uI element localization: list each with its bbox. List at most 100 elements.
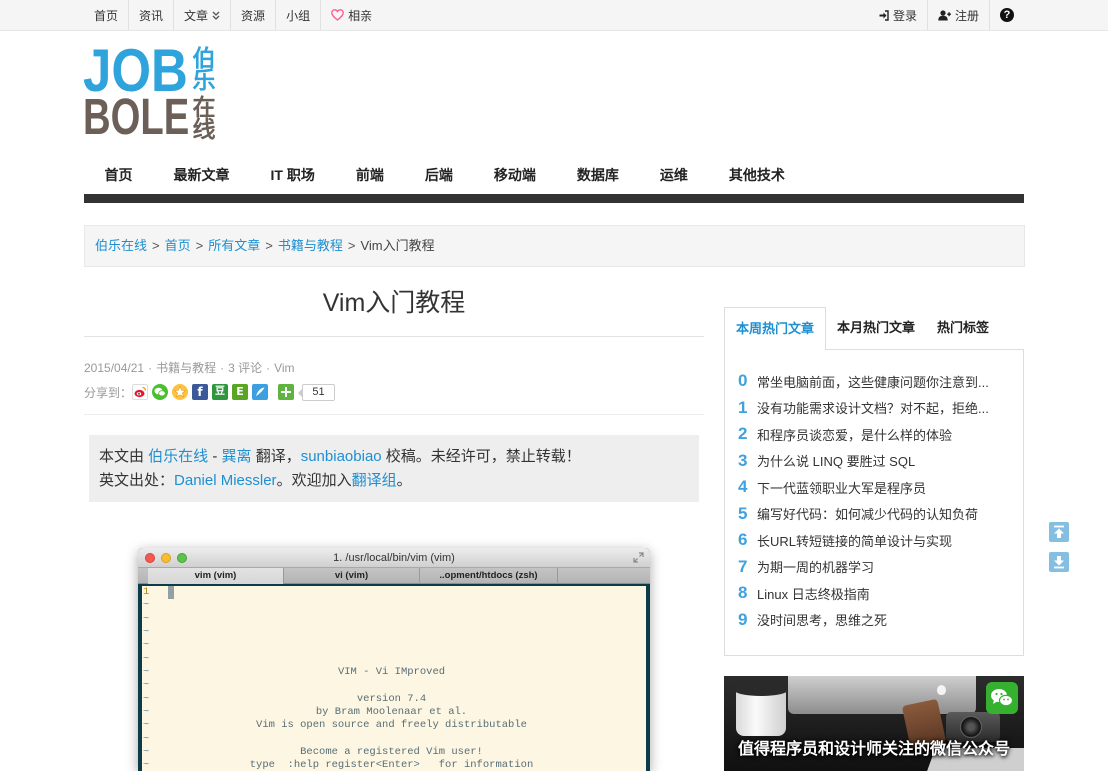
register-link[interactable]: 注册 <box>926 0 989 30</box>
main-nav-ops[interactable]: 运维 <box>639 160 708 190</box>
hot-rank: 3 <box>738 450 748 470</box>
hot-article-item[interactable]: 8 Linux 日志终极指南 <box>725 580 1023 607</box>
hot-article-item[interactable]: 7 为期一周的机器学习 <box>725 554 1023 581</box>
vim-line: ~ <box>142 613 646 626</box>
hot-article-item[interactable]: 3 为什么说 LINQ 要胜过 SQL <box>725 448 1023 475</box>
vim-line: ~ <box>142 679 646 692</box>
plus-icon[interactable] <box>278 384 295 400</box>
scroll-to-bottom-button[interactable] <box>1049 552 1069 572</box>
douban-glyph: 豆 <box>215 386 226 397</box>
top-nav-dating[interactable]: 相亲 <box>320 0 382 30</box>
hot-rank: 7 <box>738 556 748 576</box>
top-nav-groups[interactable]: 小组 <box>275 0 320 30</box>
login-link[interactable]: 登录 <box>869 0 927 30</box>
hot-title: 为什么说 LINQ 要胜过 SQL <box>757 454 916 470</box>
hot-title: 编写好代码：如何减少代码的认知负荷 <box>757 507 979 523</box>
hot-article-item[interactable]: 9 没时间思考，思维之死 <box>725 607 1023 634</box>
article-comments-link[interactable]: 3 评论 <box>228 361 262 375</box>
sign-in-icon <box>879 9 889 21</box>
main-nav-latest[interactable]: 最新文章 <box>153 160 250 190</box>
login-label: 登录 <box>892 8 917 23</box>
qzone-icon[interactable] <box>172 384 189 400</box>
hot-article-item[interactable]: 4 下一代蓝领职业大军是程序员 <box>725 474 1023 501</box>
breadcrumb-separator: > <box>152 238 160 253</box>
hot-article-item[interactable]: 0 常坐电脑前面，这些健康问题你注意到... <box>725 368 1023 395</box>
top-nav-label: 资讯 <box>139 8 164 23</box>
hot-article-item[interactable]: 6 长URL转短链接的简单设计与实现 <box>725 527 1023 554</box>
article-tag-link[interactable]: Vim <box>274 361 294 375</box>
top-nav-label: 文章 <box>184 8 209 23</box>
vim-line: ~ <box>142 733 646 746</box>
article-date: 2015/04/21 <box>84 361 145 375</box>
hot-article-item[interactable]: 1 没有功能需求设计文档？对不起，拒绝... <box>725 395 1023 422</box>
wechat-icon-graphic <box>154 387 166 397</box>
vim-line: ~ Vim is open source and freely distribut… <box>142 719 646 732</box>
tab-monthly-hot[interactable]: 本月热门文章 <box>826 307 926 349</box>
credit-text: 英文出处： <box>99 472 175 489</box>
top-nav-home[interactable]: 首页 <box>84 0 128 30</box>
hot-article-item[interactable]: 5 编写好代码：如何减少代码的认知负荷 <box>725 501 1023 528</box>
vim-line: ~ <box>142 639 646 652</box>
credit-reviewer-link[interactable]: sunbiaobiao <box>301 448 382 465</box>
main-nav-backend[interactable]: 后端 <box>404 160 473 190</box>
article-category-link[interactable]: 书籍与教程 <box>156 361 216 375</box>
wechat-icon[interactable] <box>152 384 169 400</box>
share-bar: 分享到： f 豆 E 51 <box>84 383 336 401</box>
ad-photo-mug <box>736 690 786 736</box>
top-nav-articles[interactable]: 文章 <box>173 0 230 30</box>
main-nav-frontend[interactable]: 前端 <box>335 160 404 190</box>
note-icon[interactable] <box>252 384 269 400</box>
vim-intro-text: by Bram Moolenaar et al. <box>315 705 468 718</box>
vim-intro-text: Vim is open source and freely distributa… <box>256 719 527 732</box>
credit-site-link[interactable]: 伯乐在线 <box>148 448 208 465</box>
hot-articles-panel: 0 常坐电脑前面，这些健康问题你注意到... 1 没有功能需求设计文档？对不起，拒绝… <box>724 349 1024 656</box>
logo-cn-top: 伯 乐 <box>190 48 218 93</box>
main-nav-database[interactable]: 数据库 <box>556 160 639 190</box>
hot-title: 常坐电脑前面，这些健康问题你注意到... <box>757 374 989 390</box>
breadcrumb-link[interactable]: 所有文章 <box>208 238 260 253</box>
main-nav-other[interactable]: 其他技术 <box>708 160 805 190</box>
article-title: Vim入门教程 <box>84 284 704 337</box>
vim-intro-text: type :help register<Enter> for informati… <box>249 759 534 771</box>
hot-title: 长URL转短链接的简单设计与实现 <box>757 533 953 549</box>
tab-hot-tags[interactable]: 热门标签 <box>926 307 1000 349</box>
main-nav-it-career[interactable]: IT 职场 <box>250 160 335 190</box>
breadcrumb-link[interactable]: 书籍与教程 <box>278 238 343 253</box>
weibo-icon-graphic <box>134 386 147 398</box>
tab-weekly-hot[interactable]: 本周热门文章 <box>724 307 827 350</box>
top-nav-news[interactable]: 资讯 <box>128 0 173 30</box>
breadcrumb-separator: > <box>195 238 204 253</box>
site-logo[interactable]: JOB BOLE 伯 乐 在 线 <box>83 41 220 143</box>
scroll-to-top-button[interactable] <box>1049 522 1069 542</box>
hot-rank: 4 <box>738 477 748 497</box>
credit-join-link[interactable]: 翻译组 <box>352 472 397 489</box>
vim-line: ~ Become a registered Vim user! <box>142 746 646 759</box>
wechat-ad-banner[interactable]: 值得程序员和设计师关注的微信公众号 <box>724 676 1024 771</box>
credit-text: 翻译， <box>251 448 301 465</box>
credit-translator-link[interactable]: 巽离 <box>222 448 252 465</box>
breadcrumb-link[interactable]: 伯乐在线 <box>95 238 147 253</box>
vim-buffer: 1 ~ ~ ~ ~ ~ ~ VIM - Vi IMproved ~ ~ versio… <box>142 586 646 771</box>
help-button[interactable]: ? <box>989 0 1024 30</box>
main-nav-mobile[interactable]: 移动端 <box>473 160 556 190</box>
evernote-icon[interactable]: E <box>232 384 249 400</box>
breadcrumb-link[interactable]: 首页 <box>165 238 191 253</box>
main-nav-home[interactable]: 首页 <box>84 160 153 190</box>
hot-title: 没有功能需求设计文档？对不起，拒绝... <box>757 401 989 417</box>
top-bar: 首页 资讯 文章 资源 小组 相亲 登录 注册 ? <box>0 0 1108 31</box>
facebook-glyph: f <box>197 385 203 399</box>
facebook-icon[interactable]: f <box>192 384 209 400</box>
sidebar-tabs: 本周热门文章 本月热门文章 热门标签 <box>724 307 1000 350</box>
weibo-icon[interactable] <box>132 384 149 400</box>
hot-article-item[interactable]: 2 和程序员谈恋爱，是什么样的体验 <box>725 421 1023 448</box>
top-nav-label: 小组 <box>286 8 311 23</box>
hot-rank: 8 <box>738 583 748 603</box>
douban-icon[interactable]: 豆 <box>212 384 229 400</box>
terminal-tab: ..opment/htdocs (zsh) <box>420 568 558 584</box>
vim-intro-text: VIM - Vi IMproved <box>337 665 446 678</box>
article-meta: 2015/04/21 · 书籍与教程 · 3 评论 · Vim <box>84 360 295 376</box>
top-nav-resources[interactable]: 资源 <box>230 0 275 30</box>
hot-title: 和程序员谈恋爱，是什么样的体验 <box>757 427 953 443</box>
vim-line: ~ <box>142 599 646 612</box>
credit-source-link[interactable]: Daniel Miessler <box>174 472 277 489</box>
